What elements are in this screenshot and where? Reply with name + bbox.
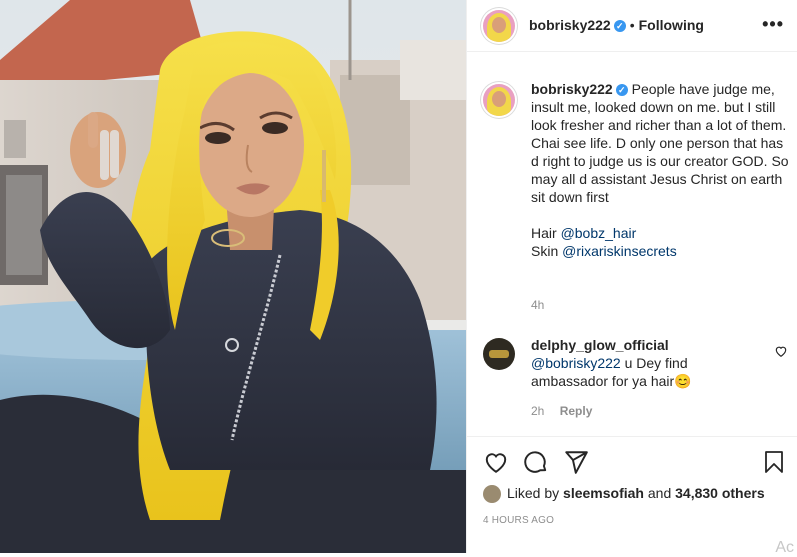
caption-username[interactable]: bobrisky222 <box>531 81 613 97</box>
reply-button[interactable]: Reply <box>560 404 593 418</box>
bookmark-icon[interactable] <box>762 449 786 475</box>
share-icon[interactable] <box>563 449 589 475</box>
comment-text: delphy_glow_official @bobrisky222 u Dey … <box>531 336 751 390</box>
caption-body: People have judge me, insult me, looked … <box>531 81 789 205</box>
likes-prefix: Liked by <box>507 485 560 501</box>
author-username[interactable]: bobrisky222 <box>529 17 611 33</box>
comment-mention-link[interactable]: @bobrisky222 <box>531 355 621 371</box>
post-header: bobrisky222 ✓ • Following ••• <box>467 0 797 52</box>
post-image <box>0 0 466 553</box>
caption-avatar[interactable] <box>483 84 515 116</box>
post-side-panel: bobrisky222 ✓ • Following ••• bobrisky222 ✓ … <box>466 0 797 556</box>
liker-username[interactable]: sleemsofiah <box>563 485 644 501</box>
likes-count-link[interactable]: 34,830 others <box>675 485 765 501</box>
post-actions: Liked by sleemsofiah and 34,830 others 4… <box>467 436 797 556</box>
following-button[interactable]: Following <box>639 17 704 33</box>
liker-avatar[interactable] <box>483 485 501 504</box>
hair-mention-link[interactable]: @bobz_hair <box>561 225 637 241</box>
comment-icon[interactable] <box>523 449 549 475</box>
heart-icon[interactable] <box>483 449 509 475</box>
instagram-post: bobrisky222 ✓ • Following ••• bobrisky222 ✓ … <box>0 0 797 556</box>
commenter-username[interactable]: delphy_glow_official <box>531 337 669 353</box>
comment-meta: 2h Reply <box>531 404 592 418</box>
author-avatar[interactable] <box>483 10 515 42</box>
likes-conj: and <box>647 485 672 501</box>
post-timestamp[interactable]: 4 HOURS AGO <box>483 515 554 526</box>
comment-like-heart-icon[interactable] <box>774 344 788 358</box>
follow-separator: • <box>629 17 635 33</box>
caption-time[interactable]: 4h <box>531 298 544 312</box>
more-options-icon[interactable]: ••• <box>762 14 784 35</box>
likes-summary: Liked by sleemsofiah and 34,830 others <box>483 485 765 504</box>
author-info: bobrisky222 ✓ • Following <box>529 17 704 33</box>
verified-badge-icon: ✓ <box>615 84 628 97</box>
post-photo[interactable] <box>0 0 466 553</box>
comment-time[interactable]: 2h <box>531 404 544 418</box>
corner-text: Ac <box>775 539 794 556</box>
hair-label: Hair <box>531 225 557 241</box>
caption-text: bobrisky222 ✓ People have judge me, insul… <box>531 80 791 260</box>
verified-badge-icon: ✓ <box>613 20 626 33</box>
skin-mention-link[interactable]: @rixariskinsecrets <box>562 243 677 259</box>
commenter-avatar[interactable] <box>483 338 515 370</box>
skin-label: Skin <box>531 243 559 259</box>
